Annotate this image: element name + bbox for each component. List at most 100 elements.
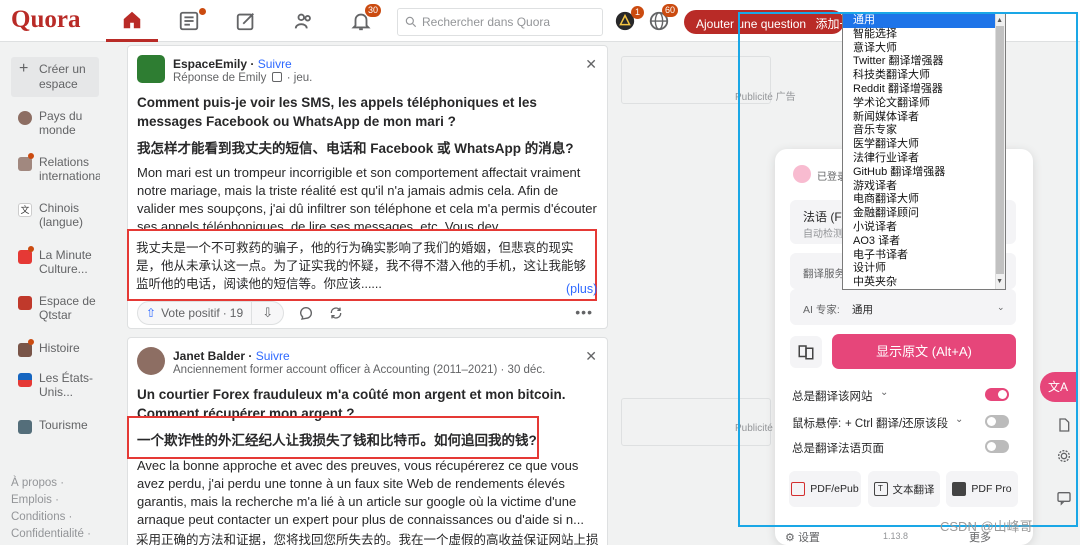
dropdown-option[interactable]: 电子书译者 xyxy=(843,249,1005,263)
sidebar-item-histoire[interactable]: Histoire xyxy=(18,339,100,357)
share-icon[interactable] xyxy=(328,305,344,321)
add-question-button[interactable]: Ajouter une question 添加一 xyxy=(684,10,844,34)
more-options-icon[interactable]: ••• xyxy=(575,304,593,320)
author-name[interactable]: EspaceEmily xyxy=(173,57,247,71)
dropdown-option[interactable]: 电商翻译大师 xyxy=(843,193,1005,207)
gear-icon[interactable] xyxy=(1056,448,1072,464)
dropdown-option[interactable]: 金融翻译顾问 xyxy=(843,207,1005,221)
post-credential: Anciennement former account officer à Ac… xyxy=(173,364,546,376)
answer-icon[interactable] xyxy=(220,0,272,42)
dropdown-option[interactable]: 游戏译者 xyxy=(843,180,1005,194)
translation-service-label: 翻译服务 xyxy=(803,268,845,280)
plus-icon: + xyxy=(19,60,29,77)
dropdown-option[interactable]: 学术论文翻译师 xyxy=(843,97,1005,111)
always-translate-site-toggle[interactable] xyxy=(985,388,1009,401)
language-globe-icon[interactable]: 60 xyxy=(634,0,684,42)
dropdown-option[interactable]: 通用 xyxy=(843,14,1005,28)
ad-label-1: Publicité 广告 xyxy=(735,92,796,103)
follow-link[interactable]: Suivre xyxy=(258,57,292,71)
sidebar-item-pays-du-monde[interactable]: Pays du monde xyxy=(18,109,100,137)
espace-emily-avatar[interactable] xyxy=(137,55,165,83)
create-space-label: Créer un espace xyxy=(39,62,86,91)
dropdown-option[interactable]: 设计师 xyxy=(843,262,1005,276)
text-translate-button[interactable]: T 文本翻译 xyxy=(868,471,940,507)
notifications-icon[interactable]: 30 xyxy=(335,0,387,42)
dropdown-scrollbar[interactable]: ▲ ▼ xyxy=(995,14,1005,289)
author-name[interactable]: Janet Balder xyxy=(173,349,245,363)
feed-card-post-1: EspaceEmily · Suivre Réponse de Emily · … xyxy=(127,45,608,329)
chevron-down-icon[interactable]: ⌄ xyxy=(880,387,888,398)
footer-link-about[interactable]: À propos · xyxy=(11,475,91,492)
sidebar-item-label: Les États-Unis... xyxy=(39,371,94,399)
dropdown-option[interactable]: Reddit 翻译增强器 xyxy=(843,83,1005,97)
compare-mode-button[interactable] xyxy=(790,336,822,368)
sidebar-item-relations-internationales[interactable]: Relations internationales xyxy=(18,153,100,183)
chevron-down-icon[interactable]: ⌄ xyxy=(955,414,963,425)
post-author[interactable]: Janet Balder · Suivre xyxy=(173,349,290,363)
settings-button[interactable]: ⚙ 设置 xyxy=(785,529,820,545)
upvote-button[interactable]: ⇧ Vote positif · 19 xyxy=(137,301,253,325)
dropdown-option[interactable]: 中英夹杂 xyxy=(843,276,1005,289)
search-icon xyxy=(405,16,417,28)
close-icon[interactable]: ✕ xyxy=(585,56,597,73)
upvote-label: Vote positif xyxy=(161,306,220,320)
create-space-button[interactable]: + Créer un espace xyxy=(11,57,99,97)
post-credential: Réponse de Emily · jeu. xyxy=(173,72,312,84)
quora-logo[interactable]: Quora xyxy=(11,6,80,34)
ad-box-2[interactable] xyxy=(621,398,771,446)
dropdown-option[interactable]: GitHub 翻译增强器 xyxy=(843,166,1005,180)
pdf-epub-button[interactable]: PDF/ePub xyxy=(789,471,861,507)
following-icon[interactable] xyxy=(163,0,215,42)
language-badge: 60 xyxy=(662,4,679,17)
qtstar-space-icon xyxy=(18,296,32,310)
dropdown-option[interactable]: 法律行业译者 xyxy=(843,152,1005,166)
show-original-button[interactable]: 显示原文 (Alt+A) xyxy=(832,334,1016,369)
hover-mode-value[interactable]: + Ctrl 翻译/还原该段 xyxy=(845,415,948,431)
dropdown-option[interactable]: 科技类翻译大师 xyxy=(843,69,1005,83)
sidebar-item-tourisme[interactable]: Tourisme xyxy=(18,418,100,434)
globe-space-icon xyxy=(18,111,32,125)
footer-link-terms[interactable]: Conditions · xyxy=(11,509,91,526)
dropdown-option[interactable]: Twitter 翻译增强器 xyxy=(843,55,1005,69)
read-more-link[interactable]: (plus) xyxy=(566,282,597,296)
text-translate-label: 文本翻译 xyxy=(892,483,935,496)
follow-link[interactable]: Suivre xyxy=(256,349,290,363)
search-input[interactable]: Rechercher dans Quora xyxy=(397,8,603,36)
comment-icon[interactable] xyxy=(298,305,314,321)
home-icon[interactable] xyxy=(106,0,158,42)
pdf-pro-button[interactable]: PDF Pro xyxy=(946,471,1018,507)
compare-icon xyxy=(798,345,814,360)
footer-link-privacy[interactable]: Confidentialité · xyxy=(11,526,91,543)
user-avatar[interactable] xyxy=(793,165,811,183)
downvote-button[interactable]: ⇩ xyxy=(252,301,285,325)
spaces-icon[interactable] xyxy=(278,0,330,42)
post-author[interactable]: EspaceEmily · Suivre xyxy=(173,57,292,71)
always-translate-fr-toggle[interactable] xyxy=(985,440,1009,453)
footer-link-jobs[interactable]: Emplois · xyxy=(11,492,91,509)
feedback-icon[interactable] xyxy=(1056,490,1072,506)
relations-space-icon xyxy=(18,157,32,171)
janet-balder-avatar[interactable] xyxy=(137,347,165,375)
answer-body-zh: 我丈夫是一个不可救药的骗子，他的行为确实影响了我们的婚姻，但悲哀的现实是，他从未… xyxy=(136,241,587,291)
dropdown-option[interactable]: 智能选择 xyxy=(843,28,1005,42)
dropdown-option[interactable]: 音乐专家 xyxy=(843,124,1005,138)
scrollbar-thumb[interactable] xyxy=(996,26,1004,274)
floating-translate-button[interactable]: 文A xyxy=(1040,372,1076,402)
sidebar-item-la-minute-culture[interactable]: La Minute Culture... xyxy=(18,246,100,276)
dropdown-option[interactable]: 小说译者 xyxy=(843,221,1005,235)
ai-expert-dropdown-list[interactable]: 通用 智能选择 意译大师 Twitter 翻译增强器 科技类翻译大师 Reddit 翻译增… xyxy=(842,13,1006,290)
dropdown-option[interactable]: 新闻媒体译者 xyxy=(843,111,1005,125)
dropdown-option[interactable]: 医学翻译大师 xyxy=(843,138,1005,152)
sidebar-item-etats-unis[interactable]: Les États-Unis... xyxy=(18,371,100,399)
sidebar-item-espace-de-qtstar[interactable]: Espace de Qtstar xyxy=(18,294,100,322)
sidebar-item-chinois[interactable]: 文 Chinois (langue) xyxy=(18,201,100,229)
notifications-badge: 30 xyxy=(365,4,382,17)
hover-translate-toggle[interactable] xyxy=(985,415,1009,428)
dropdown-option[interactable]: AO3 译者 xyxy=(843,235,1005,249)
dropdown-option[interactable]: 意译大师 xyxy=(843,42,1005,56)
gear-icon: ⚙ xyxy=(785,532,795,544)
close-icon[interactable]: ✕ xyxy=(585,348,597,365)
document-icon[interactable] xyxy=(1056,417,1072,433)
scroll-down-arrow-icon[interactable]: ▼ xyxy=(996,275,1003,289)
question-title-fr[interactable]: Comment puis-je voir les SMS, les appels… xyxy=(137,93,567,131)
